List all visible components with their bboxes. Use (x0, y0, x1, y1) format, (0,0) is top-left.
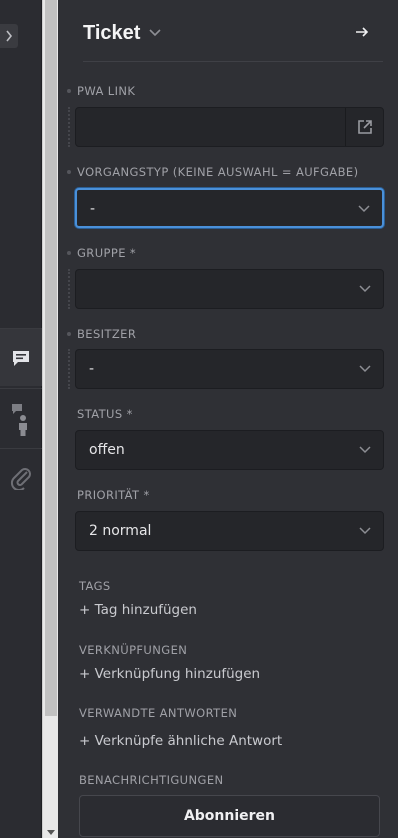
scroll-down-arrow[interactable] (47, 830, 55, 835)
besitzer-select[interactable]: - (75, 349, 384, 389)
field-marker-line (68, 107, 70, 147)
chevron-down-icon (359, 527, 371, 535)
pwa-link-field[interactable] (75, 107, 384, 147)
prioritaet-value: 2 normal (89, 523, 152, 539)
chevron-down-icon (359, 446, 371, 454)
besitzer-value: - (89, 361, 95, 377)
panel-scrollbar[interactable] (42, 0, 58, 838)
sidebar-tab-attachments[interactable] (0, 448, 42, 506)
chevron-down-icon (359, 365, 371, 373)
expand-button[interactable] (0, 24, 18, 48)
verknuepfungen-label: VERKNÜPFUNGEN (79, 643, 188, 657)
paperclip-icon (10, 467, 31, 490)
tags-label: TAGS (79, 579, 111, 593)
field-marker (67, 251, 71, 255)
panel-title[interactable]: Ticket (83, 22, 140, 45)
subscribe-button[interactable]: Abonnieren (79, 795, 380, 837)
verwandte-antworten-label: VERWANDTE ANTWORTEN (79, 706, 238, 720)
gruppe-select[interactable] (75, 269, 384, 309)
field-marker-line (68, 269, 70, 309)
sidebar-tab-chat[interactable] (0, 328, 42, 386)
chevron-down-icon (359, 285, 371, 293)
chevron-down-icon[interactable] (149, 28, 161, 38)
field-marker (67, 170, 71, 174)
besitzer-label: BESITZER (77, 327, 137, 341)
chevron-right-icon (6, 30, 13, 42)
prioritaet-select[interactable]: 2 normal (75, 511, 384, 551)
gruppe-label: GRUPPE * (77, 246, 137, 260)
field-marker (67, 332, 71, 336)
vorgangstyp-value: - (90, 201, 96, 217)
ticket-panel: Ticket PWA LINK VORGANGSTYP (KEINE AUSWA… (58, 0, 398, 838)
external-link-icon[interactable] (357, 119, 373, 135)
sidebar-tab-customer[interactable] (0, 388, 42, 446)
status-select[interactable]: offen (75, 430, 384, 470)
vorgangstyp-label: VORGANGSTYP (KEINE AUSWAHL = AUFGABE) (77, 165, 359, 179)
add-tag-link[interactable]: + Tag hinzufügen (79, 602, 197, 618)
link-similar-answer-link[interactable]: + Verknüpfe ähnliche Antwort (79, 733, 282, 749)
prioritaet-label: PRIORITÄT * (77, 488, 150, 502)
scrollbar-thumb[interactable] (45, 0, 57, 716)
chevron-down-icon (358, 205, 370, 213)
add-link-link[interactable]: + Verknüpfung hinzufügen (79, 666, 260, 682)
ticket-sidebar-window: Ticket PWA LINK VORGANGSTYP (KEINE AUSWA… (0, 0, 398, 838)
field-marker-line (68, 349, 70, 389)
customer-icon (12, 403, 27, 436)
panel-header: Ticket (83, 22, 383, 62)
benachrichtigungen-label: BENACHRICHTIGUNGEN (79, 773, 224, 787)
field-marker (67, 89, 71, 93)
arrow-right-icon[interactable] (355, 25, 369, 39)
status-label: STATUS * (77, 407, 133, 421)
chat-bubble-icon (13, 350, 29, 366)
pwa-link-label: PWA LINK (77, 84, 136, 98)
vorgangstyp-select[interactable]: - (75, 188, 384, 228)
left-strip (0, 0, 42, 838)
field-divider (345, 108, 346, 146)
status-value: offen (89, 442, 125, 458)
